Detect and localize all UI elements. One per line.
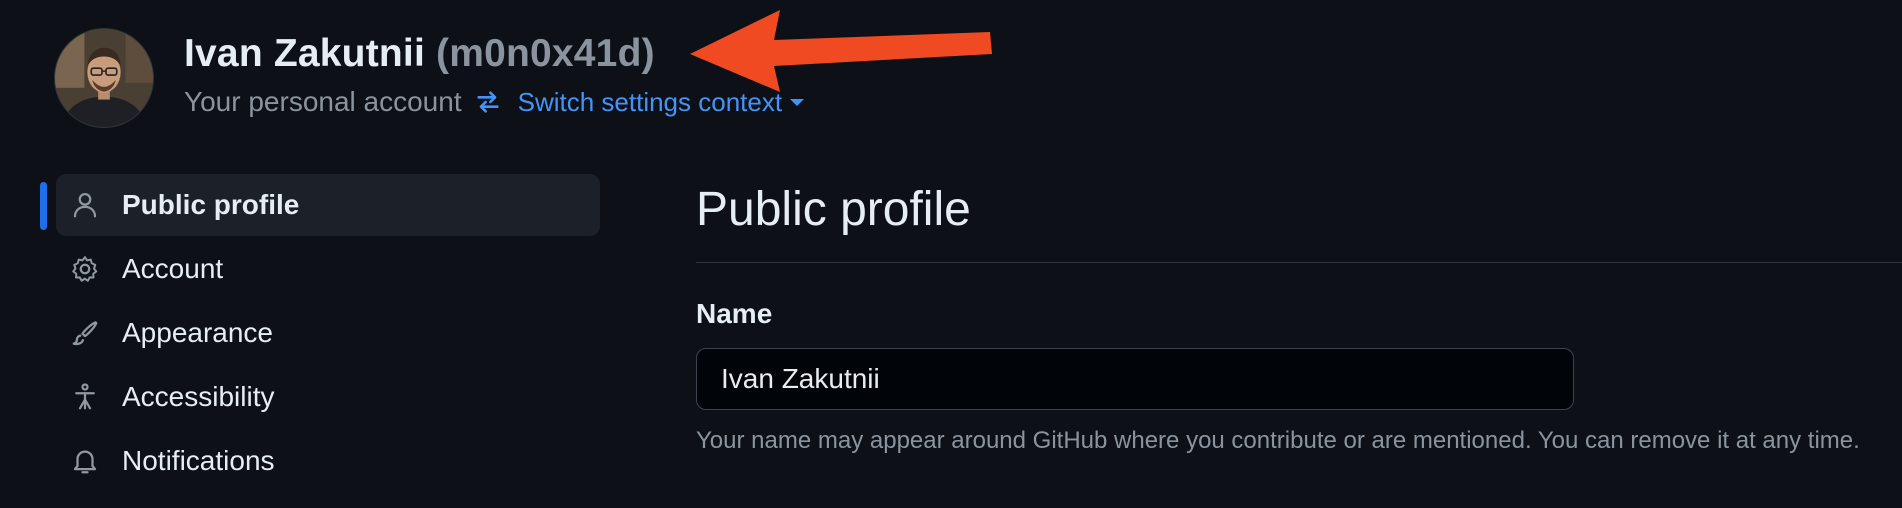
sidebar-item-notifications[interactable]: Notifications: [56, 430, 602, 492]
name-input[interactable]: [696, 348, 1574, 410]
account-heading: Ivan Zakutnii (m0n0x41d): [184, 32, 655, 76]
chevron-down-icon[interactable]: [790, 98, 805, 106]
settings-page: Ivan Zakutnii (m0n0x41d) Your personal a…: [0, 0, 1902, 508]
title-divider: [696, 262, 1902, 263]
name-field-label: Name: [696, 298, 773, 329]
name-help-text: Your name may appear around GitHub where…: [696, 427, 1860, 454]
sidebar-item-public-profile[interactable]: Public profile: [40, 174, 600, 236]
person-icon: [70, 190, 100, 220]
sidebar-item-accessibility[interactable]: Accessibility: [56, 366, 602, 428]
sidebar-item-label: Notifications: [122, 445, 275, 476]
paintbrush-icon: [70, 318, 100, 348]
sidebar-item-label: Accessibility: [122, 381, 275, 412]
gear-icon: [70, 254, 100, 284]
sidebar-item-label: Public profile: [122, 189, 300, 220]
display-name: Ivan Zakutnii: [184, 32, 425, 75]
settings-sidebar: Public profile Account Appearance Access…: [40, 174, 602, 494]
accessibility-icon: [70, 382, 100, 412]
sidebar-item-label: Appearance: [122, 317, 274, 348]
sidebar-item-label: Account: [122, 253, 224, 284]
annotation-arrow-icon: [690, 10, 992, 92]
arrow-switch-icon: [474, 88, 502, 116]
username: (m0n0x41d): [436, 32, 655, 75]
sidebar-item-appearance[interactable]: Appearance: [56, 302, 602, 364]
sidebar-item-account[interactable]: Account: [56, 238, 602, 300]
account-type-label: Your personal account: [184, 86, 462, 117]
bell-icon: [70, 446, 100, 476]
public-profile-panel: Public profile Name Your name may appear…: [696, 178, 1902, 454]
page-title: Public profile: [696, 183, 971, 236]
avatar[interactable]: [54, 28, 154, 128]
